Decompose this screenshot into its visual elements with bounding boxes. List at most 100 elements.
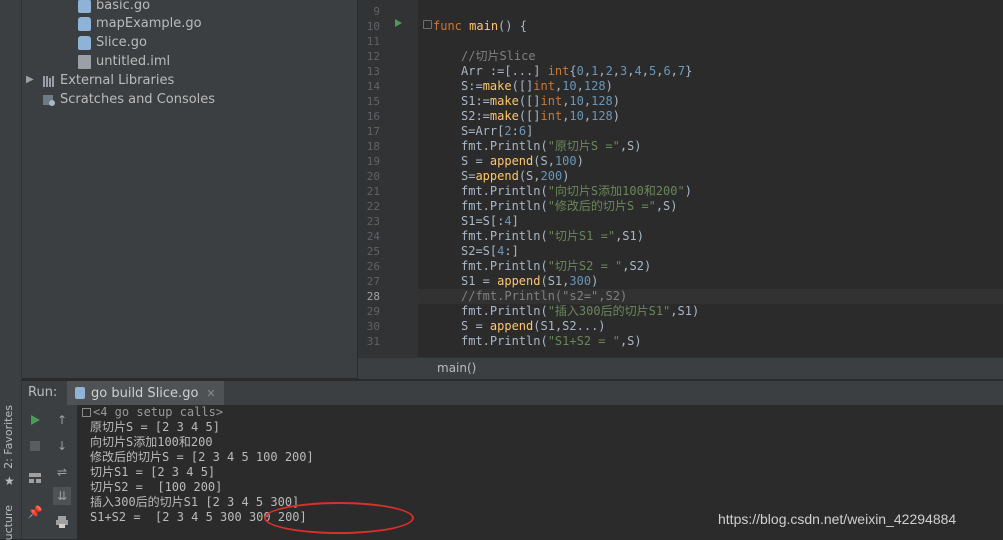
tree-item-untitled-iml[interactable]: untitled.iml	[78, 52, 170, 71]
line-number: 28	[366, 290, 380, 303]
run-gutter-icon[interactable]	[395, 19, 402, 27]
code-line-13: Arr :=[...] int{0,1,2,3,4,5,6,7}	[461, 64, 693, 78]
watermark: https://blog.csdn.net/weixin_42294884	[718, 511, 957, 527]
expand-arrow-icon[interactable]: ▶	[26, 74, 34, 85]
scroll-to-end-button[interactable]: ⇊	[53, 487, 71, 505]
console-line: 插入300后的切片S1 [2 3 4 5 300]	[90, 495, 300, 509]
console-line: 切片S2 = [100 200]	[90, 480, 223, 494]
code-line-17: S=Arr[2:6]	[461, 124, 534, 138]
line-number: 18	[366, 140, 380, 153]
line-number: 20	[366, 170, 380, 183]
line-number: 21	[366, 185, 380, 198]
line-number: 17	[366, 125, 380, 138]
code-line-21: fmt.Println("向切片S添加100和200")	[461, 184, 692, 198]
line-number: 26	[366, 260, 380, 273]
run-toolbar: ↑ ↓ ⇌ ⇊ 📌	[22, 405, 77, 539]
breadcrumb: main()	[358, 357, 1003, 379]
code-line-28: //fmt.Println("s2=",S2)	[461, 289, 628, 303]
fold-icon[interactable]	[423, 20, 432, 29]
line-number: 16	[366, 110, 380, 123]
breadcrumb-function[interactable]: main()	[437, 361, 476, 375]
go-file-icon	[78, 0, 91, 13]
line-number: 25	[366, 245, 380, 258]
print-icon	[56, 516, 68, 528]
console-line: 修改后的切片S = [2 3 4 5 100 200]	[90, 450, 314, 464]
console-line: 切片S1 = [2 3 4 5]	[90, 465, 216, 479]
run-tab[interactable]: go build Slice.go ✕	[67, 381, 224, 405]
project-panel: basic.go mapExample.go Slice.go untitled…	[22, 0, 357, 378]
code-line-20: S=append(S,200)	[461, 169, 570, 183]
run-tab-label: go build Slice.go	[91, 385, 199, 401]
arrow-down-icon: ↓	[56, 439, 68, 453]
tree-item-external-libraries[interactable]: External Libraries	[42, 71, 174, 90]
iml-file-icon	[78, 54, 91, 69]
line-number: 14	[366, 80, 380, 93]
rerun-button[interactable]	[26, 411, 44, 429]
tree-item-slice-go[interactable]: Slice.go	[78, 33, 147, 52]
tree-item-label: Scratches and Consoles	[60, 92, 216, 107]
tree-item-label: mapExample.go	[96, 16, 202, 31]
line-number: 9	[373, 5, 380, 18]
code-line-10: func main() {	[433, 19, 527, 33]
line-number: 22	[366, 200, 380, 213]
code-line-12: //切片Slice	[461, 49, 536, 63]
red-annotation-ellipse	[264, 502, 414, 534]
console-line: 向切片S添加100和200	[90, 435, 213, 449]
tree-item-label: Slice.go	[96, 35, 147, 50]
run-panel-header: Run: go build Slice.go ✕	[22, 380, 1003, 406]
wrap-icon: ⇌	[56, 465, 68, 479]
tree-item-scratches[interactable]: Scratches and Consoles	[42, 90, 215, 109]
line-number: 29	[366, 305, 380, 318]
scratches-icon	[42, 93, 55, 107]
run-console[interactable]: <4 go setup calls> 原切片S = [2 3 4 5] 向切片S…	[78, 405, 1003, 539]
code-line-24: fmt.Println("切片S1 =",S1)	[461, 229, 644, 243]
close-icon[interactable]: ✕	[206, 387, 215, 400]
code-line-18: fmt.Println("原切片S =",S)	[461, 139, 642, 153]
code-editor[interactable]: 9 10 11 12 13 14 15 16 17 18 19 20 21 22 23 24 25 26 27 28 2…	[358, 0, 1003, 357]
soft-wrap-button[interactable]: ⇌	[53, 463, 71, 481]
code-line-15: S1:=make([]int,10,128)	[461, 94, 621, 108]
star-icon: ★	[4, 474, 15, 488]
console-line: <4 go setup calls>	[82, 405, 223, 419]
scroll-up-button[interactable]: ↑	[53, 411, 71, 429]
line-number: 10	[366, 20, 380, 33]
code-line-22: fmt.Println("修改后的切片S =",S)	[461, 199, 678, 213]
libraries-icon	[42, 74, 55, 88]
code-line-25: S2=S[4:]	[461, 244, 519, 258]
code-line-26: fmt.Println("切片S2 = ",S2)	[461, 259, 652, 273]
line-number: 24	[366, 230, 380, 243]
print-button[interactable]	[53, 513, 71, 531]
pin-icon: 📌	[27, 505, 43, 519]
scroll-down-button[interactable]: ↓	[53, 437, 71, 455]
go-file-icon	[78, 35, 91, 50]
layout-icon	[29, 473, 41, 483]
structure-tab[interactable]: ucture	[2, 505, 15, 540]
expand-icon[interactable]	[82, 408, 91, 417]
left-tool-strip: 2: Favorites ★ ucture	[0, 0, 22, 540]
code-line-19: S = append(S,100)	[461, 154, 584, 168]
line-number: 30	[366, 320, 380, 333]
line-number: 13	[366, 65, 380, 78]
line-number: 23	[366, 215, 380, 228]
console-line: 原切片S = [2 3 4 5]	[90, 420, 220, 434]
tree-item-label: basic.go	[96, 0, 151, 13]
run-label: Run:	[28, 385, 58, 400]
tree-item-label: untitled.iml	[96, 54, 171, 69]
tree-item-basic-go[interactable]: basic.go	[78, 0, 150, 15]
tree-item-mapexample-go[interactable]: mapExample.go	[78, 14, 202, 33]
go-file-icon	[78, 16, 91, 31]
tree-item-label: External Libraries	[60, 73, 175, 88]
favorites-tab[interactable]: 2: Favorites	[2, 405, 15, 469]
pin-button[interactable]: 📌	[26, 503, 44, 521]
layout-button[interactable]	[26, 469, 44, 487]
scroll-to-end-icon: ⇊	[56, 489, 68, 503]
code-line-16: S2:=make([]int,10,128)	[461, 109, 621, 123]
line-number: 19	[366, 155, 380, 168]
arrow-up-icon: ↑	[56, 413, 68, 427]
stop-icon	[30, 441, 40, 451]
code-line-23: S1=S[:4]	[461, 214, 519, 228]
line-number: 15	[366, 95, 380, 108]
code-line-14: S:=make([]int,10,128)	[461, 79, 613, 93]
code-line-27: S1 = append(S1,300)	[461, 274, 599, 288]
stop-button[interactable]	[26, 437, 44, 455]
